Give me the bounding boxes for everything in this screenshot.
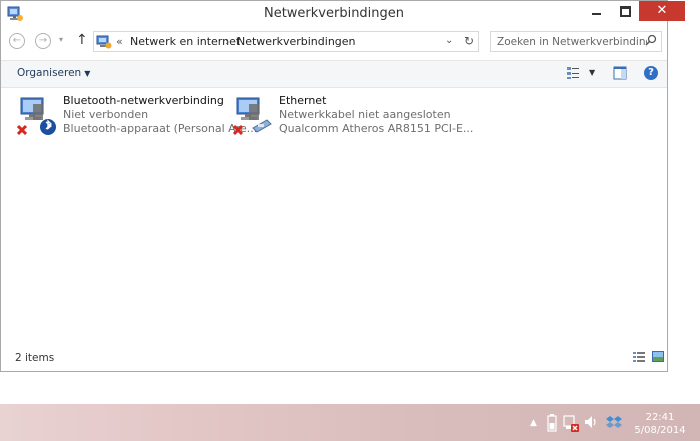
organize-button[interactable]: Organiseren ▼	[17, 67, 90, 79]
speaker-icon[interactable]	[584, 415, 598, 429]
window-title: Netwerkverbindingen	[263, 6, 405, 21]
command-bar: Organiseren ▼ ▼ ?	[1, 60, 667, 88]
item-status: Niet verbonden	[63, 108, 149, 121]
search-input[interactable]	[491, 32, 647, 51]
list-item-bluetooth[interactable]: Bluetooth-netwerkverbinding Niet verbond…	[17, 92, 257, 140]
chevron-down-icon: ▼	[84, 69, 91, 78]
taskbar: ▲ 22:41 5/08/2014	[0, 404, 700, 441]
address-bar[interactable]: « Netwerk en internet › Netwerkverbindin…	[93, 31, 479, 52]
file-list: Bluetooth-netwerkverbinding Niet verbond…	[1, 88, 667, 340]
item-text: Bluetooth-netwerkverbinding Niet verbond…	[63, 94, 257, 136]
dropbox-icon[interactable]	[606, 415, 622, 429]
help-icon[interactable]: ?	[644, 66, 658, 80]
clock-date: 5/08/2014	[634, 425, 686, 436]
details-view-icon[interactable]	[633, 352, 645, 362]
breadcrumb-netwerkverbindingen[interactable]: Netwerkverbindingen	[237, 35, 356, 48]
up-button[interactable]: ↑	[76, 32, 88, 48]
system-clock[interactable]: 22:41 5/08/2014	[630, 411, 690, 437]
arrow-left-icon: ←	[12, 35, 22, 46]
network-folder-icon	[96, 35, 112, 49]
explorer-window: Netwerkverbindingen ✕ ← → ▾ ↑ « Netwerk …	[0, 0, 685, 372]
status-bar: 2 items	[1, 345, 667, 371]
title-bar: Netwerkverbindingen ✕	[1, 1, 685, 27]
search-icon[interactable]	[645, 34, 657, 46]
recent-locations-dropdown[interactable]: ▾	[59, 35, 63, 44]
navigation-bar: ← → ▾ ↑ « Netwerk en internet › Netwerkv…	[1, 29, 667, 55]
change-view-icon[interactable]	[566, 66, 580, 80]
large-icons-view-icon[interactable]	[652, 351, 664, 362]
battery-icon[interactable]	[547, 414, 557, 432]
back-button[interactable]: ←	[9, 33, 25, 49]
item-name: Ethernet	[279, 94, 327, 107]
search-box[interactable]	[490, 31, 662, 52]
arrow-right-icon: →	[38, 35, 48, 46]
breadcrumb-separator[interactable]: ›	[225, 35, 229, 48]
item-status: Netwerkkabel niet aangesloten	[279, 108, 451, 121]
view-options-dropdown[interactable]: ▼	[589, 68, 595, 77]
breadcrumb-netwerk-en-internet[interactable]: Netwerk en internet	[130, 35, 240, 48]
show-hidden-icons-chevron-icon[interactable]: ▲	[530, 418, 537, 428]
item-count: 2 items	[15, 352, 55, 364]
arrow-up-icon: ↑	[76, 32, 88, 48]
minimize-button[interactable]	[583, 1, 611, 21]
clock-time: 22:41	[645, 412, 675, 423]
breadcrumb-prefix[interactable]: «	[116, 35, 123, 48]
ethernet-network-icon	[233, 97, 272, 136]
close-icon: ✕	[656, 3, 668, 18]
close-button[interactable]: ✕	[639, 1, 685, 21]
network-status-icon[interactable]	[563, 414, 579, 432]
refresh-icon[interactable]: ↻	[464, 34, 474, 48]
item-name: Bluetooth-netwerkverbinding	[63, 94, 224, 107]
item-device: Qualcomm Atheros AR8151 PCI-E...	[279, 122, 474, 135]
organize-label: Organiseren	[17, 67, 82, 79]
preview-pane-icon[interactable]	[613, 66, 627, 80]
list-item-ethernet[interactable]: Ethernet Netwerkkabel niet aangesloten Q…	[233, 92, 473, 140]
item-text: Ethernet Netwerkkabel niet aangesloten Q…	[279, 94, 473, 136]
address-dropdown-chevron-icon[interactable]: ⌄	[445, 35, 453, 46]
maximize-button[interactable]	[611, 1, 639, 21]
forward-button[interactable]: →	[35, 33, 51, 49]
item-device: Bluetooth-apparaat (Personal Are...	[63, 122, 258, 135]
bluetooth-network-icon	[17, 97, 56, 136]
